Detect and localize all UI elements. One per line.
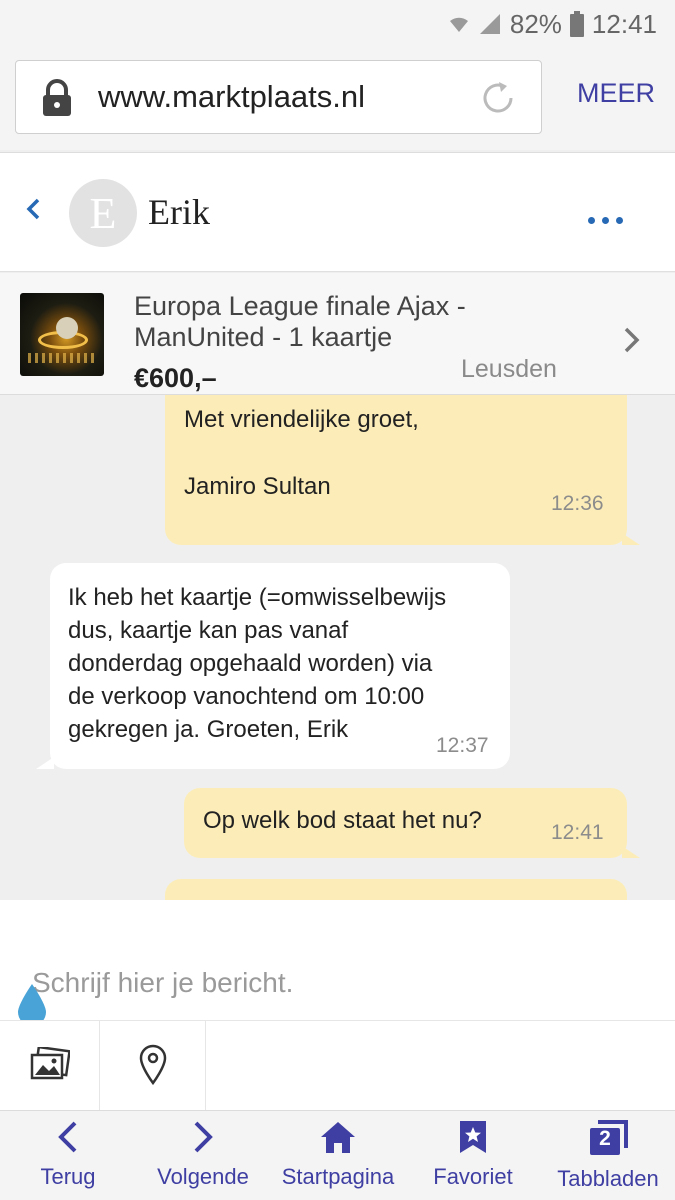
url-text: www.marktplaats.nl [98, 79, 366, 114]
more-menu-button[interactable]: MEER [560, 78, 672, 109]
chevron-right-icon [622, 325, 642, 360]
nav-home-label: Startpagina [281, 1164, 395, 1189]
nav-bookmark-label: Favoriet [433, 1164, 513, 1189]
nav-tabs-label: Tabbladen [557, 1166, 659, 1191]
avatar: E [69, 179, 137, 247]
chevron-left-icon [55, 1111, 81, 1160]
nav-bookmark-button[interactable]: Favoriet [426, 1111, 520, 1200]
message-line: Op welk bod staat het nu? [203, 807, 482, 834]
message-time: 12:36 [551, 492, 604, 515]
back-chevron-icon[interactable] [24, 197, 44, 226]
browser-toolbar: www.marktplaats.nl MEER [0, 48, 675, 150]
nav-back-button[interactable]: Terug [28, 1111, 108, 1200]
listing-thumbnail [20, 293, 104, 376]
tabs-icon: 2 [586, 1111, 630, 1162]
chat-header: E Erik [0, 152, 675, 272]
more-options-icon[interactable] [588, 217, 623, 224]
location-pin-icon [138, 1043, 168, 1090]
battery-percent: 82% [509, 8, 562, 39]
status-bar: 82% 12:41 [0, 0, 675, 48]
bookmark-star-icon [457, 1111, 489, 1160]
attach-image-button[interactable] [0, 1021, 100, 1111]
message-line: de verkoop vanochtend om 10:00 [68, 683, 425, 710]
message-incoming: Ik heb het kaartje (=omwisselbewijs dus,… [50, 563, 510, 769]
message-time: 12:41 [551, 821, 604, 844]
browser-bottom-nav: Terug Volgende Startpagina Favoriet 2 Ta… [0, 1110, 675, 1200]
chevron-right-icon [190, 1111, 216, 1160]
message-line: gekregen ja. Groeten, Erik [68, 716, 349, 743]
status-indicators: 82% 12:41 [448, 8, 657, 40]
message-outgoing-partial [165, 879, 627, 900]
nav-tabs-button[interactable]: 2 Tabbladen [553, 1111, 663, 1200]
message-outgoing: Met vriendelijke groet, Jamiro Sultan 12… [165, 395, 627, 545]
listing-price: €600,– [134, 363, 217, 393]
attachment-bar [0, 1020, 675, 1111]
nav-forward-button[interactable]: Volgende [150, 1111, 256, 1200]
listing-location: Leusden [461, 355, 557, 383]
contact-name: Erik [148, 192, 210, 232]
message-composer [0, 900, 675, 1020]
address-bar[interactable]: www.marktplaats.nl [15, 60, 542, 134]
message-line: dus, kaartje kan pas vanaf [68, 617, 349, 644]
nav-home-button[interactable]: Startpagina [276, 1111, 400, 1200]
wifi-icon [448, 13, 470, 35]
message-outgoing: Op welk bod staat het nu? 12:41 [184, 788, 627, 858]
attach-location-button[interactable] [101, 1021, 206, 1111]
message-line: Jamiro Sultan [184, 473, 331, 500]
nav-back-label: Terug [40, 1164, 96, 1189]
listing-title: Europa League finale Ajax - ManUnited - … [134, 291, 466, 352]
listing-card[interactable]: Europa League finale Ajax - ManUnited - … [0, 273, 675, 395]
image-icon [30, 1045, 71, 1086]
battery-icon [569, 11, 584, 37]
message-time: 12:37 [436, 734, 489, 757]
message-input[interactable] [0, 900, 675, 1020]
message-line: Ik heb het kaartje (=omwisselbewijs [68, 584, 447, 611]
reload-icon[interactable] [478, 78, 518, 123]
message-line: donderdag opgehaald worden) via [68, 650, 433, 677]
message-line: Met vriendelijke groet, [184, 406, 419, 433]
home-icon [318, 1111, 358, 1160]
clock: 12:41 [591, 8, 657, 39]
tabs-count-badge: 2 [599, 1127, 611, 1150]
lock-icon [40, 79, 74, 122]
signal-icon [478, 12, 502, 36]
message-list[interactable]: Met vriendelijke groet, Jamiro Sultan 12… [0, 395, 675, 900]
nav-forward-label: Volgende [157, 1164, 249, 1189]
